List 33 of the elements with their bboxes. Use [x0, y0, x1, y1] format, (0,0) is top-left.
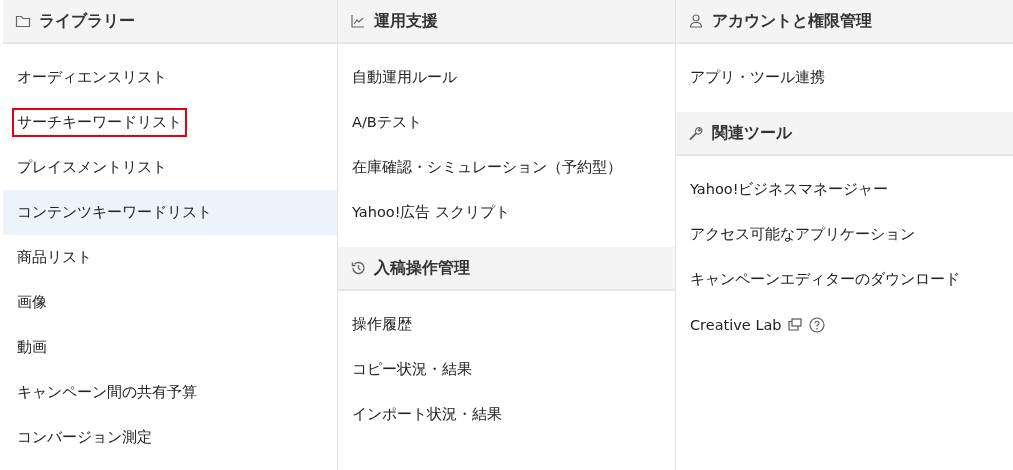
user-icon	[688, 13, 704, 29]
history-icon	[350, 260, 366, 276]
menu-link[interactable]: オーディエンスリスト	[12, 63, 172, 92]
menu-link[interactable]: アプリ・ツール連携	[685, 63, 830, 92]
menu-link[interactable]: 在庫確認・シミュレーション（予約型）	[347, 153, 627, 182]
section-title: 入稿操作管理	[374, 257, 470, 279]
menu-link[interactable]: キャンペーン間の共有予算	[12, 378, 202, 407]
menu-link[interactable]: 商品リスト	[12, 243, 97, 272]
menu-link[interactable]: コピー状況・結果	[347, 355, 477, 384]
menu-link[interactable]: サーチキーワードリスト	[12, 108, 187, 137]
folder-icon	[15, 13, 31, 29]
section-title: アカウントと権限管理	[712, 10, 872, 32]
menu-link[interactable]: コンテンツキーワードリスト	[12, 198, 217, 227]
line-chart-icon	[350, 13, 366, 29]
section-title: 関連ツール	[712, 122, 792, 144]
menu-link[interactable]: A/Bテスト	[347, 108, 427, 137]
menu-link[interactable]: 自動運用ルール	[347, 63, 462, 92]
menu-link[interactable]: コンバージョン測定	[12, 423, 157, 452]
wrench-icon	[688, 125, 704, 141]
menu-link[interactable]: アクセス可能なアプリケーション	[685, 220, 920, 249]
menu-link[interactable]: Creative Lab	[685, 311, 787, 338]
menu-link[interactable]: 動画	[12, 333, 52, 362]
section-title: 運用支援	[374, 10, 438, 32]
menu-link[interactable]: キャンペーンエディターのダウンロード	[685, 265, 965, 294]
menu-link[interactable]: Yahoo!広告 スクリプト	[347, 198, 516, 227]
external-window-icon	[786, 316, 803, 333]
menu-link[interactable]: Yahoo!ビジネスマネージャー	[685, 175, 894, 204]
menu-link[interactable]: インポート状況・結果	[347, 400, 507, 429]
help-icon[interactable]	[808, 316, 825, 333]
menu-link[interactable]: 操作履歴	[347, 310, 417, 339]
menu-link[interactable]: 画像	[12, 288, 52, 317]
menu-link[interactable]: プレイスメントリスト	[12, 153, 172, 182]
section-title: ライブラリー	[39, 10, 135, 32]
